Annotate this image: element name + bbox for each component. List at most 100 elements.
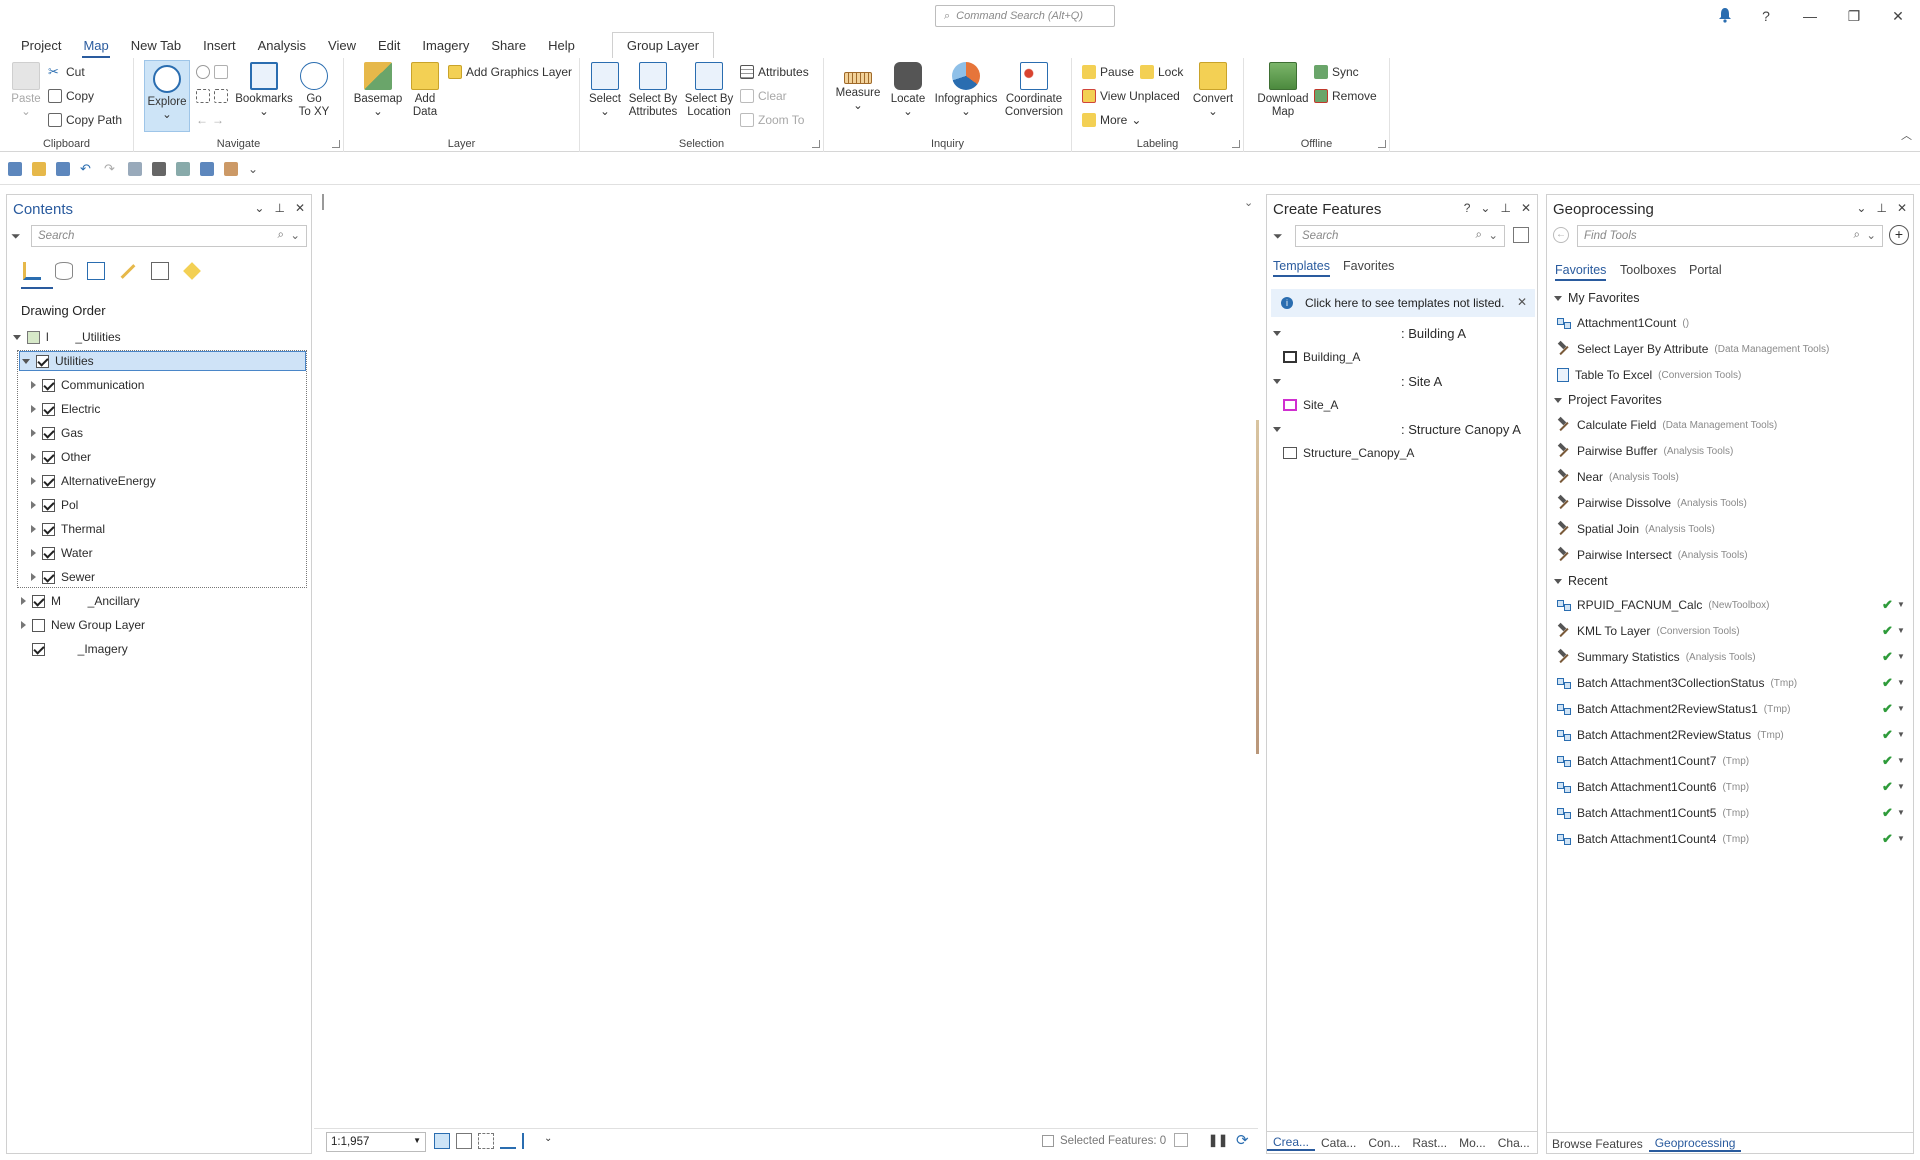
visibility-checkbox[interactable] [42, 378, 55, 392]
remove-offline-button[interactable]: Remove [1314, 86, 1377, 106]
add-data-button[interactable]: Add Data [404, 62, 446, 119]
back-icon[interactable]: ← [1553, 227, 1569, 243]
status-dropdown-icon[interactable]: ⌄ [544, 1133, 552, 1149]
visibility-checkbox[interactable] [42, 474, 55, 488]
minimize-button[interactable]: — [1788, 0, 1832, 32]
restore-button[interactable]: ❐ [1832, 0, 1876, 32]
tab-templates[interactable]: Templates [1273, 259, 1330, 277]
layer-group-utilities[interactable]: Utilities [19, 351, 306, 371]
tab-analysis[interactable]: Analysis [247, 33, 317, 58]
chevron-down-icon[interactable]: ▼ [1897, 652, 1905, 661]
add-graphics-layer-button[interactable]: Add Graphics Layer [448, 62, 572, 82]
dock-tab-modify[interactable]: Mo... [1453, 1136, 1492, 1150]
tool-table-to-excel[interactable]: Table To Excel (Conversion Tools) [1557, 365, 1741, 385]
layer-gas[interactable]: Gas [31, 423, 83, 443]
layer-communication[interactable]: Communication [31, 375, 144, 395]
tool-pairwise-intersect[interactable]: Pairwise Intersect (Analysis Tools) [1557, 545, 1748, 565]
recent-batch-attachment2reviewstatus1[interactable]: Batch Attachment2ReviewStatus1 (Tmp) [1557, 699, 1790, 719]
visibility-checkbox[interactable] [42, 450, 55, 464]
expand-icon[interactable] [31, 405, 36, 413]
snapping-view-icon[interactable] [151, 262, 169, 280]
layer-pol[interactable]: Pol [31, 495, 78, 515]
pin-icon[interactable]: ⊥ [274, 201, 284, 215]
undo-icon[interactable]: ↶ [80, 161, 94, 176]
editing-view-icon[interactable] [120, 263, 136, 279]
filter-icon[interactable]: ⏷ [1273, 229, 1283, 244]
customize-icon[interactable] [224, 161, 238, 176]
manage-templates-icon[interactable] [1513, 227, 1529, 243]
template-site-a[interactable]: Site_A [1283, 395, 1338, 415]
layer-sewer[interactable]: Sewer [31, 567, 95, 587]
bookmarks-button[interactable]: Bookmarks ⌄ [234, 62, 294, 119]
command-search-input[interactable]: ⌕ Command Search (Alt+Q) [935, 5, 1115, 27]
tab-help[interactable]: Help [537, 33, 586, 58]
close-pane-icon[interactable]: ✕ [1521, 201, 1531, 215]
dock-tab-geoprocessing[interactable]: Geoprocessing [1648, 1136, 1742, 1152]
tool-calculate-field[interactable]: Calculate Field (Data Management Tools) [1557, 415, 1777, 435]
chevron-down-icon[interactable]: ⌄ [290, 228, 300, 242]
north-arrow-icon[interactable] [522, 1133, 538, 1149]
selection-launcher-icon[interactable] [812, 140, 820, 148]
tool-pairwise-dissolve[interactable]: Pairwise Dissolve (Analysis Tools) [1557, 493, 1747, 513]
recent-batch-attachment1count5[interactable]: Batch Attachment1Count5 (Tmp) [1557, 803, 1749, 823]
template-group-structure-canopy[interactable]: : Structure Canopy A [1273, 419, 1533, 439]
grid-tool-icon[interactable] [434, 1133, 450, 1149]
coordinate-conversion-button[interactable]: Coordinate Conversion [1000, 62, 1068, 119]
clear-selection-button[interactable]: Clear [740, 86, 787, 106]
tool-near[interactable]: Near (Analysis Tools) [1557, 467, 1679, 487]
view-unplaced-button[interactable]: View Unplaced [1082, 86, 1180, 106]
open-project-icon[interactable] [32, 161, 46, 176]
close-button[interactable]: ✕ [1876, 0, 1920, 32]
layer-group-ancillary[interactable]: M _Ancillary [21, 591, 140, 611]
recent-kml-to-layer[interactable]: KML To Layer (Conversion Tools) [1557, 621, 1740, 641]
chevron-down-icon[interactable]: ⌄ [1866, 228, 1876, 242]
collapse-icon[interactable] [1554, 397, 1562, 403]
add-tool-icon[interactable]: + [1889, 225, 1909, 245]
tool-spatial-join[interactable]: Spatial Join (Analysis Tools) [1557, 519, 1715, 539]
scale-selector[interactable]: 1:1,957 ▼ [326, 1132, 426, 1152]
raster-icon[interactable] [176, 161, 190, 176]
layer-electric[interactable]: Electric [31, 399, 100, 419]
project-favorites-header[interactable]: Project Favorites [1554, 390, 1662, 410]
my-favorites-header[interactable]: My Favorites [1554, 288, 1640, 308]
sync-button[interactable]: Sync [1314, 62, 1359, 82]
expand-icon[interactable] [31, 549, 36, 557]
expand-icon[interactable] [31, 525, 36, 533]
chevron-down-icon[interactable]: ▼ [1897, 756, 1905, 765]
expand-icon[interactable] [31, 429, 36, 437]
layer-alternative-energy[interactable]: AlternativeEnergy [31, 471, 156, 491]
navigate-launcher-icon[interactable] [332, 140, 340, 148]
recent-batch-attachment1count7[interactable]: Batch Attachment1Count7 (Tmp) [1557, 751, 1749, 771]
previous-next-extent[interactable]: ← → [196, 110, 224, 130]
dock-tab-raster[interactable]: Rast... [1406, 1136, 1453, 1150]
templates-search-input[interactable]: Search ⌕ ⌄ [1295, 225, 1505, 247]
expand-icon[interactable] [31, 453, 36, 461]
pane-options-icon[interactable]: ⌄ [1480, 201, 1490, 215]
lock-labeling-button[interactable]: Lock [1140, 62, 1183, 82]
template-building-a[interactable]: Building_A [1283, 347, 1360, 367]
layer-other[interactable]: Other [31, 447, 91, 467]
tab-portal[interactable]: Portal [1689, 263, 1722, 277]
layer-thermal[interactable]: Thermal [31, 519, 105, 539]
fixed-zoom-buttons[interactable] [196, 86, 228, 106]
full-extent-button[interactable] [196, 62, 228, 82]
map-view[interactable]: ⌄ 1:1,957 ▼ ⌄ Selected Features: 0 ❚❚ ⟳ [314, 194, 1259, 1154]
close-pane-icon[interactable]: ✕ [1897, 201, 1907, 215]
labeling-view-icon[interactable] [183, 262, 201, 280]
tab-insert[interactable]: Insert [192, 33, 247, 58]
tab-share[interactable]: Share [480, 33, 537, 58]
arrow-tool-icon[interactable] [128, 161, 142, 176]
template-group-site[interactable]: : Site A [1273, 371, 1533, 391]
drawing-order-icon[interactable] [23, 262, 41, 280]
tab-new-tab[interactable]: New Tab [120, 33, 192, 58]
close-info-icon[interactable]: ✕ [1517, 295, 1527, 309]
visibility-checkbox[interactable] [42, 402, 55, 416]
tab-view[interactable]: View [317, 33, 367, 58]
collapse-ribbon-icon[interactable]: ︿ [1901, 127, 1912, 143]
hammer-tool-icon[interactable] [152, 161, 166, 176]
locate-button[interactable]: Locate ⌄ [886, 62, 930, 119]
visibility-checkbox[interactable] [42, 546, 55, 560]
tool-select-layer-by-attribute[interactable]: Select Layer By Attribute (Data Managemen… [1557, 339, 1829, 359]
new-project-icon[interactable] [8, 161, 22, 176]
tool-pairwise-buffer[interactable]: Pairwise Buffer (Analysis Tools) [1557, 441, 1733, 461]
